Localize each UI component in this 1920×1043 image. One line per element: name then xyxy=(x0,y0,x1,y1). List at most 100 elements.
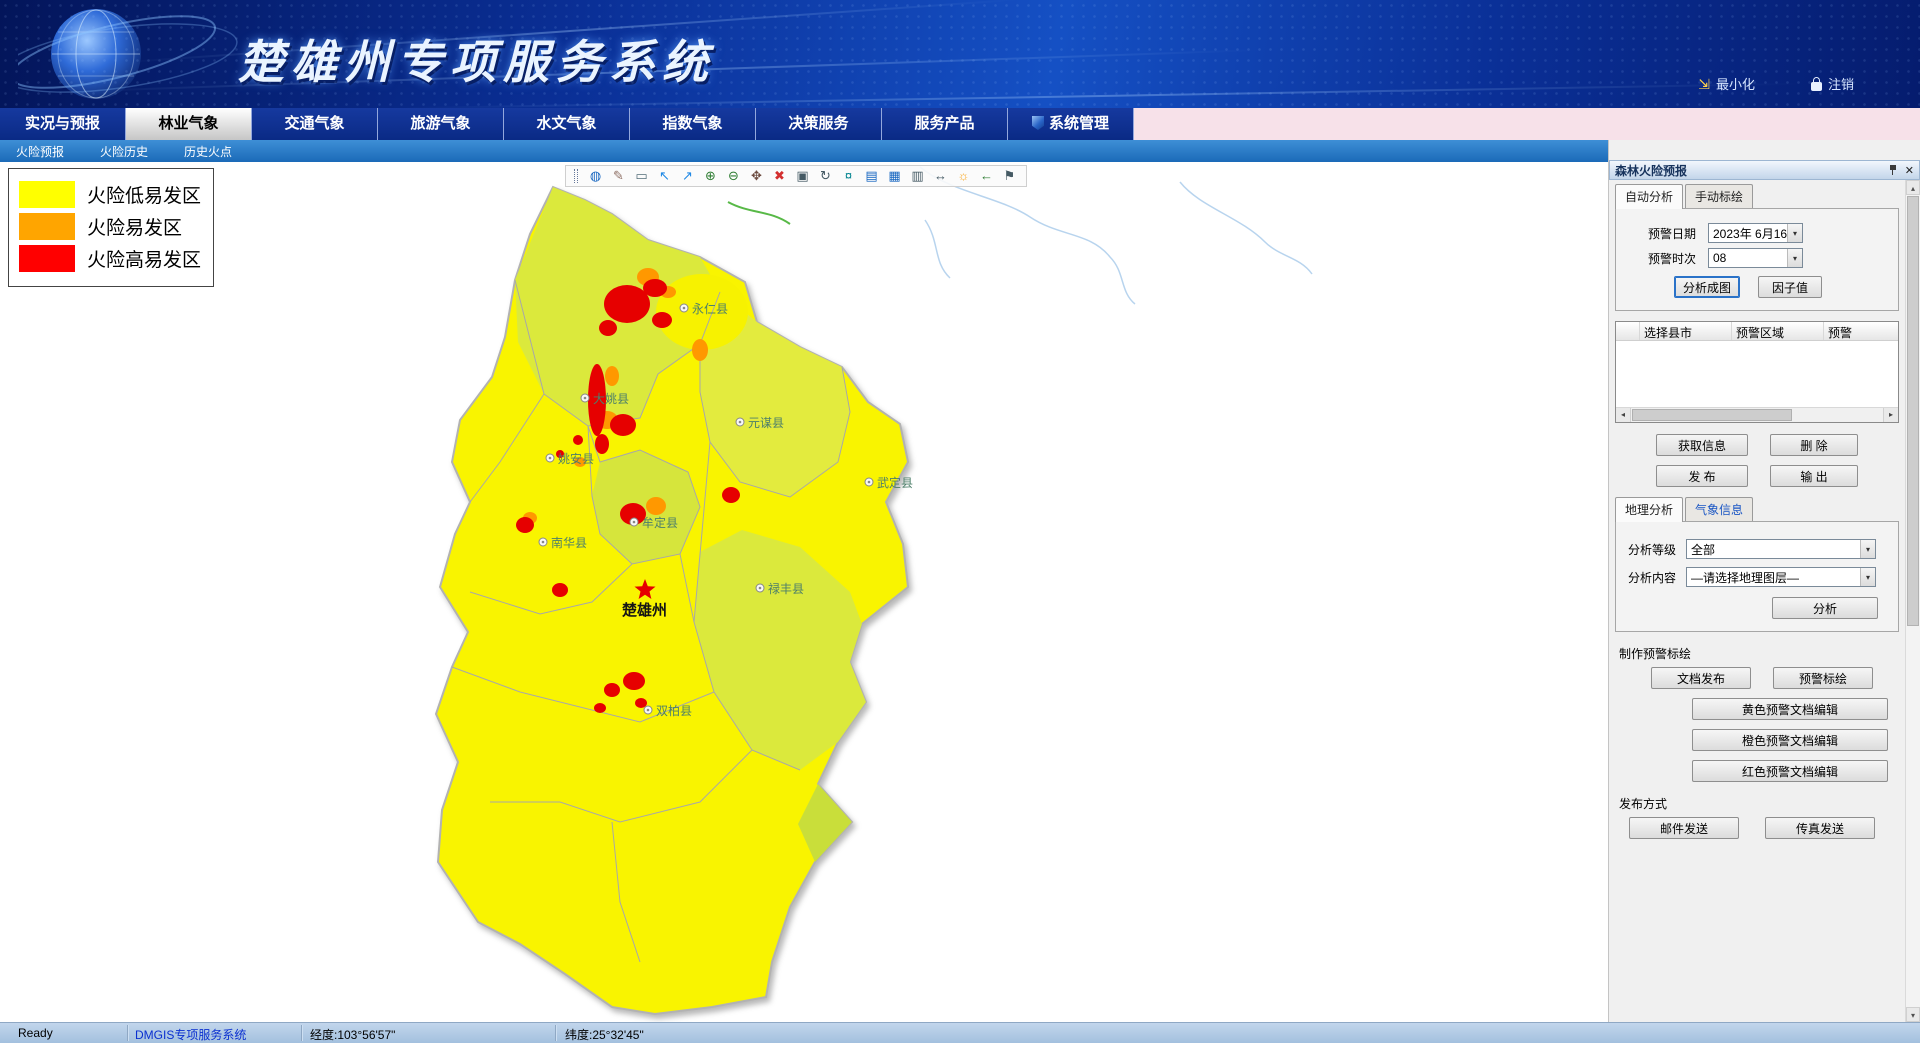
flag-icon[interactable]: ⚑ xyxy=(1001,168,1018,184)
select-rect-icon[interactable]: ▭ xyxy=(633,168,650,184)
tab-forestry-weather[interactable]: 林业气象 xyxy=(126,108,252,140)
analyze-row: 分析 xyxy=(1622,597,1878,619)
hscroll-thumb[interactable] xyxy=(1632,409,1792,421)
shield-icon xyxy=(1032,116,1044,130)
publish-button[interactable]: 发 布 xyxy=(1656,465,1748,487)
globe-icon[interactable]: ◍ xyxy=(587,168,604,184)
col-warning-area[interactable]: 预警区域 xyxy=(1732,322,1824,340)
list-hscrollbar: ◂ ▸ xyxy=(1616,407,1898,422)
orange-warning-doc-button[interactable]: 橙色预警文档编辑 xyxy=(1692,729,1888,751)
doc-publish-button[interactable]: 文档发布 xyxy=(1651,667,1751,689)
legend-layers-icon[interactable]: ▤ xyxy=(863,168,880,184)
tab-traffic-weather[interactable]: 交通气象 xyxy=(252,108,378,140)
tab-system-management[interactable]: 系统管理 xyxy=(1008,108,1134,140)
logout-label: 注销 xyxy=(1828,74,1854,93)
distance-icon[interactable]: ↔ xyxy=(932,168,949,184)
print-icon[interactable]: ▥ xyxy=(909,168,926,184)
panel-close-icon[interactable]: ✕ xyxy=(1905,164,1914,177)
chevron-down-icon[interactable]: ▾ xyxy=(1860,568,1875,586)
analysis-content-select[interactable]: —请选择地理图层— ▾ xyxy=(1686,567,1876,587)
toolbar-drag-handle[interactable] xyxy=(574,169,578,183)
pan-icon[interactable]: ✥ xyxy=(748,168,765,184)
main-nav: 实况与预报 林业气象 交通气象 旅游气象 水文气象 指数气象 决策服务 服务产品… xyxy=(0,108,1920,140)
map-toolbar-icons: ◍ ✎ ▭ ↖ ↗ ⊕ ⊖ ✥ ✖ ▣ ↻ ¤ ▤ ▦ ▥ ↔ ☼ ← ⚑ xyxy=(587,168,1018,184)
warning-time-select[interactable]: 08 ▾ xyxy=(1708,248,1803,268)
county-label: 禄丰县 xyxy=(768,581,804,596)
chevron-down-icon[interactable]: ▾ xyxy=(1787,224,1802,242)
red-warning-doc-button[interactable]: 红色预警文档编辑 xyxy=(1692,760,1888,782)
submenu-fire-history[interactable]: 火险历史 xyxy=(100,143,148,160)
status-separator xyxy=(302,1025,303,1041)
chevron-down-icon[interactable]: ▾ xyxy=(1860,540,1875,558)
river-lines xyxy=(920,167,1312,304)
legend-label-high: 火险高易发区 xyxy=(87,245,201,272)
pointer-icon[interactable]: ↖ xyxy=(656,168,673,184)
legend-row-high: 火险高易发区 xyxy=(19,245,201,272)
analysis-level-select[interactable]: 全部 ▾ xyxy=(1686,539,1876,559)
zoom-in-icon[interactable]: ⊕ xyxy=(702,168,719,184)
pin-icon[interactable] xyxy=(1888,164,1898,176)
tab-manual-plot[interactable]: 手动标绘 xyxy=(1685,184,1753,208)
chevron-down-icon[interactable]: ▾ xyxy=(1787,249,1802,267)
submenu-history-fire-points[interactable]: 历史火点 xyxy=(184,143,232,160)
tab-weather-info[interactable]: 气象信息 xyxy=(1685,497,1753,521)
get-info-button[interactable]: 获取信息 xyxy=(1656,434,1748,456)
info-tabs: 地理分析 气象信息 xyxy=(1615,497,1901,521)
hscroll-left-icon[interactable]: ◂ xyxy=(1616,408,1631,422)
highlight-icon[interactable]: ☼ xyxy=(955,168,972,184)
legend-row-low: 火险低易发区 xyxy=(19,181,201,208)
output-button[interactable]: 输 出 xyxy=(1770,465,1858,487)
legend-label-low: 火险低易发区 xyxy=(87,181,201,208)
measure-pencil-icon[interactable]: ✎ xyxy=(610,168,627,184)
globe-logo xyxy=(18,2,248,106)
fax-send-button[interactable]: 传真发送 xyxy=(1765,817,1875,839)
factor-value-button[interactable]: 因子值 xyxy=(1758,276,1822,298)
tab-live-forecast[interactable]: 实况与预报 xyxy=(0,108,126,140)
warning-plot-button[interactable]: 预警标绘 xyxy=(1773,667,1873,689)
col-blank[interactable] xyxy=(1616,322,1640,340)
tab-service-products[interactable]: 服务产品 xyxy=(882,108,1008,140)
submenu-fire-forecast[interactable]: 火险预报 xyxy=(16,143,64,160)
warning-date-select[interactable]: 2023年 6月16日 ▾ xyxy=(1708,223,1803,243)
tab-auto-analysis[interactable]: 自动分析 xyxy=(1615,184,1683,209)
analyze-button[interactable]: 分析 xyxy=(1772,597,1878,619)
tab-hydrology-weather[interactable]: 水文气象 xyxy=(504,108,630,140)
warning-list-header: 选择县市 预警区域 预警 xyxy=(1616,322,1898,341)
vscroll-thumb[interactable] xyxy=(1907,196,1919,626)
full-extent-icon[interactable]: ▣ xyxy=(794,168,811,184)
vscroll-down-icon[interactable]: ▾ xyxy=(1906,1007,1920,1022)
panel-titlebar: 森林火险预报 ✕ xyxy=(1609,160,1920,180)
zoom-out-icon[interactable]: ⊖ xyxy=(725,168,742,184)
identify-icon[interactable]: ¤ xyxy=(840,168,857,184)
panel-content: 自动分析 手动标绘 预警日期 2023年 6月16日 ▾ 预警时次 xyxy=(1609,180,1905,1022)
tab-index-weather[interactable]: 指数气象 xyxy=(630,108,756,140)
county-label: 南华县 xyxy=(551,535,587,550)
refresh-view-icon[interactable]: ↻ xyxy=(817,168,834,184)
legend-swatch-low xyxy=(19,181,75,208)
map-toolbar: ◍ ✎ ▭ ↖ ↗ ⊕ ⊖ ✥ ✖ ▣ ↻ ¤ ▤ ▦ ▥ ↔ ☼ ← ⚑ xyxy=(565,165,1027,187)
pointer-select-icon[interactable]: ↗ xyxy=(679,168,696,184)
warning-time-label: 预警时次 xyxy=(1648,250,1702,267)
app-window: 楚雄州专项服务系统 ⇲ 最小化 注销 实况与预报 林业气象 交通气象 旅游气象 … xyxy=(0,0,1920,1043)
status-system-link[interactable]: DMGIS专项服务系统 xyxy=(135,1026,246,1043)
warning-date-label: 预警日期 xyxy=(1648,225,1702,242)
delete-button[interactable]: 删 除 xyxy=(1770,434,1858,456)
logout-button[interactable]: 注销 xyxy=(1811,74,1854,93)
chart-icon[interactable]: ▦ xyxy=(886,168,903,184)
hscroll-right-icon[interactable]: ▸ xyxy=(1883,408,1898,422)
back-icon[interactable]: ← xyxy=(978,168,995,184)
minimize-button[interactable]: ⇲ 最小化 xyxy=(1698,74,1755,93)
vscroll-up-icon[interactable]: ▴ xyxy=(1906,180,1920,195)
tab-tourism-weather[interactable]: 旅游气象 xyxy=(378,108,504,140)
map-canvas[interactable]: 永仁县 大姚县 元谋县 姚安县 武定县 南华县 牟定县 禄丰县 双柏县 楚雄州 xyxy=(0,162,1608,1022)
warning-list-body[interactable] xyxy=(1616,341,1898,407)
analyze-to-map-button[interactable]: 分析成图 xyxy=(1674,276,1740,298)
col-warning[interactable]: 预警 xyxy=(1824,322,1898,340)
clear-icon[interactable]: ✖ xyxy=(771,168,788,184)
tab-decision-service[interactable]: 决策服务 xyxy=(756,108,882,140)
email-send-button[interactable]: 邮件发送 xyxy=(1629,817,1739,839)
col-select-county[interactable]: 选择县市 xyxy=(1640,322,1732,340)
analysis-level-value: 全部 xyxy=(1687,541,1860,558)
tab-geo-analysis[interactable]: 地理分析 xyxy=(1615,497,1683,522)
yellow-warning-doc-button[interactable]: 黄色预警文档编辑 xyxy=(1692,698,1888,720)
